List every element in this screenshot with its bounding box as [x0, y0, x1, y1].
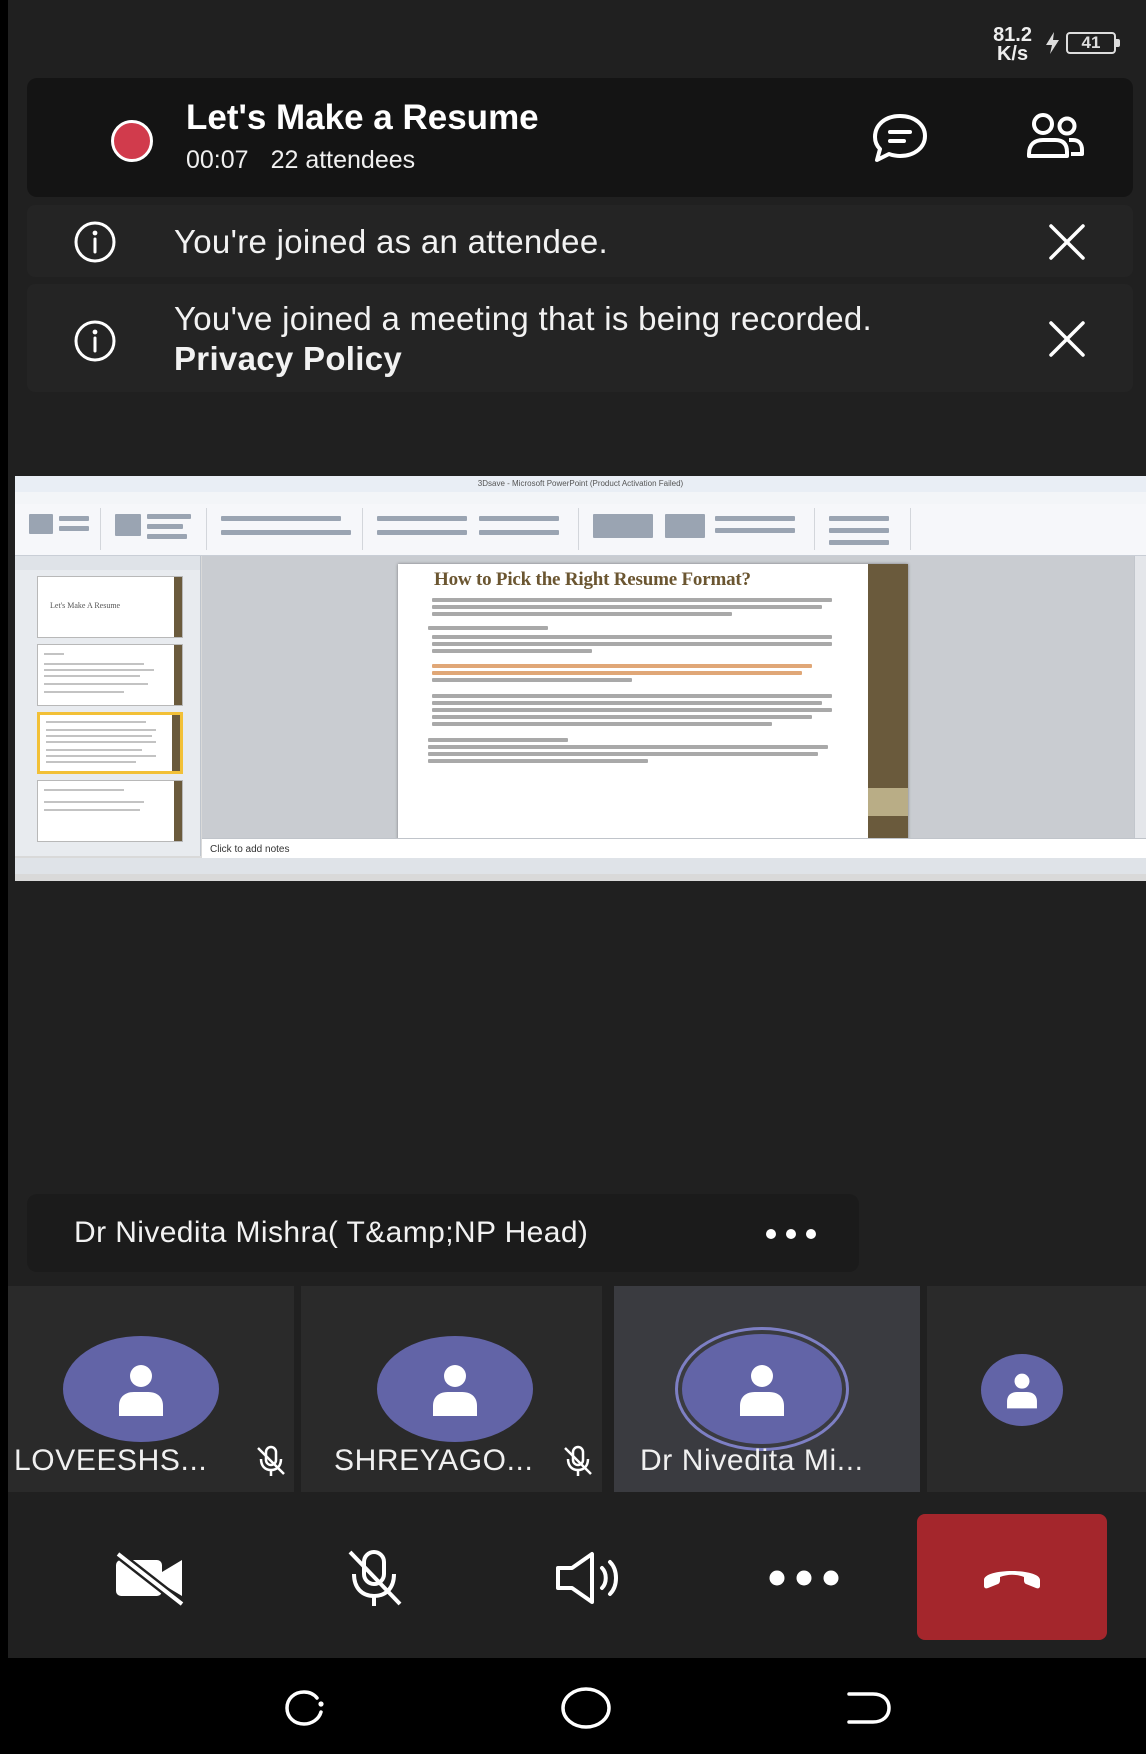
- ribbon-group: [585, 508, 815, 550]
- camera-off-icon: [115, 1550, 185, 1606]
- meeting-header: Let's Make a Resume 00:07 22 attendees: [27, 78, 1133, 197]
- slide-decoration: [868, 564, 908, 840]
- slide-thumbnail[interactable]: [37, 780, 183, 842]
- hang-up-icon: [984, 1571, 1040, 1589]
- thumbnail-title: Let's Make A Resume: [50, 601, 121, 610]
- chat-icon: [873, 114, 927, 162]
- teams-meeting-screen: 81.2 K/s 41 Let's Make a Resume 00:07 22 …: [8, 0, 1146, 1754]
- vertical-scrollbar[interactable]: [1134, 556, 1146, 838]
- close-icon[interactable]: [1045, 317, 1089, 361]
- more-options-button[interactable]: [754, 1530, 854, 1626]
- shared-screen[interactable]: 3Dsave - Microsoft PowerPoint (Product A…: [15, 476, 1146, 881]
- camera-toggle-button[interactable]: [100, 1530, 200, 1626]
- recents-icon: [285, 1690, 324, 1726]
- hang-up-button[interactable]: [917, 1514, 1107, 1640]
- speaker-button[interactable]: [540, 1530, 640, 1626]
- call-controls: [8, 1500, 1146, 1658]
- attendee-notice-text: You're joined as an attendee.: [174, 223, 608, 260]
- ppt-menu-bar: [15, 492, 1146, 504]
- more-icon: [769, 1570, 839, 1586]
- more-icon[interactable]: [765, 1228, 817, 1240]
- close-icon[interactable]: [1045, 220, 1089, 264]
- current-slide: How to Pick the Right Resume Format?: [398, 564, 908, 840]
- recording-notice-message: You've joined a meeting that is being re…: [174, 300, 872, 337]
- ppt-window-title: 3Dsave - Microsoft PowerPoint (Product A…: [15, 476, 1146, 492]
- ppt-status-bar: [15, 858, 1146, 874]
- ribbon-group: [213, 508, 363, 550]
- ribbon-group: [21, 508, 101, 550]
- avatar: [63, 1336, 219, 1442]
- network-speed: 81.2 K/s: [993, 25, 1032, 65]
- info-icon: [74, 221, 116, 263]
- back-button[interactable]: [840, 1680, 896, 1736]
- notes-placeholder: Click to add notes: [210, 844, 290, 855]
- participants-icon: [1027, 113, 1084, 158]
- participants-button[interactable]: [1025, 110, 1085, 166]
- attendee-count: 22 attendees: [270, 146, 416, 174]
- home-button[interactable]: [558, 1680, 614, 1736]
- participant-name: LOVEESHS...: [14, 1444, 208, 1477]
- presenter-label[interactable]: Dr Nivedita Mishra( T&amp;NP Head): [27, 1194, 859, 1272]
- slide-thumbnail[interactable]: [37, 644, 183, 706]
- avatar: [682, 1334, 842, 1444]
- network-speed-unit: K/s: [996, 43, 1029, 65]
- slide-thumbnail[interactable]: Let's Make A Resume: [37, 576, 183, 638]
- slide-editor: How to Pick the Right Resume Format?: [202, 556, 1134, 840]
- ribbon-group: [821, 508, 911, 550]
- mic-off-icon: [348, 1550, 402, 1606]
- person-icon: [433, 1365, 477, 1416]
- speaker-icon: [556, 1552, 618, 1604]
- battery-level: 41: [1081, 33, 1101, 52]
- participant-name: Dr Nivedita Mi...: [640, 1444, 864, 1477]
- slide-thumbnail-selected[interactable]: [37, 712, 183, 774]
- status-bar: 81.2 K/s 41: [8, 0, 1146, 80]
- meeting-title: Let's Make a Resume: [186, 98, 539, 137]
- mic-off-icon: [257, 1445, 285, 1476]
- recording-notice: You've joined a meeting that is being re…: [27, 284, 1133, 392]
- ribbon-group: [107, 508, 207, 550]
- info-icon: [74, 320, 116, 362]
- participant-name: SHREYAGO...: [334, 1444, 534, 1477]
- battery-icon: 41: [1066, 32, 1120, 54]
- mic-off-icon: [564, 1445, 592, 1476]
- system-nav-bar: [8, 1658, 1146, 1754]
- participant-tile[interactable]: LOVEESHS...: [8, 1286, 294, 1492]
- participant-tile-active-speaker[interactable]: Dr Nivedita Mi...: [614, 1286, 920, 1492]
- presenter-name: Dr Nivedita Mishra( T&amp;NP Head): [74, 1216, 589, 1249]
- person-icon: [1007, 1373, 1037, 1409]
- thumbnail-tabs: [15, 556, 200, 570]
- person-icon: [740, 1365, 784, 1416]
- recording-notice-text: You've joined a meeting that is being re…: [174, 299, 954, 379]
- avatar: [377, 1336, 533, 1442]
- recording-indicator: [111, 120, 153, 162]
- ppt-ribbon: [15, 504, 1146, 556]
- ribbon-group: [369, 508, 579, 550]
- back-icon: [847, 1692, 891, 1724]
- recent-apps-button[interactable]: [276, 1680, 332, 1736]
- person-icon: [119, 1365, 163, 1416]
- privacy-policy-link[interactable]: Privacy Policy: [174, 340, 402, 377]
- avatar: [981, 1354, 1063, 1426]
- participant-tile[interactable]: SHREYAGO...: [301, 1286, 602, 1492]
- mic-toggle-button[interactable]: [324, 1530, 424, 1626]
- chat-button[interactable]: [870, 110, 930, 166]
- home-icon: [561, 1687, 611, 1729]
- slide-thumbnail-pane: Let's Make A Resume: [15, 556, 201, 856]
- charging-icon: [1046, 32, 1059, 54]
- meeting-info: 00:07 22 attendees: [186, 146, 437, 175]
- meeting-elapsed-time: 00:07: [186, 146, 249, 174]
- slide-title: How to Pick the Right Resume Format?: [434, 569, 751, 590]
- participant-tile[interactable]: [927, 1286, 1146, 1492]
- attendee-notice: You're joined as an attendee.: [27, 205, 1133, 277]
- notes-pane[interactable]: Click to add notes: [202, 838, 1146, 858]
